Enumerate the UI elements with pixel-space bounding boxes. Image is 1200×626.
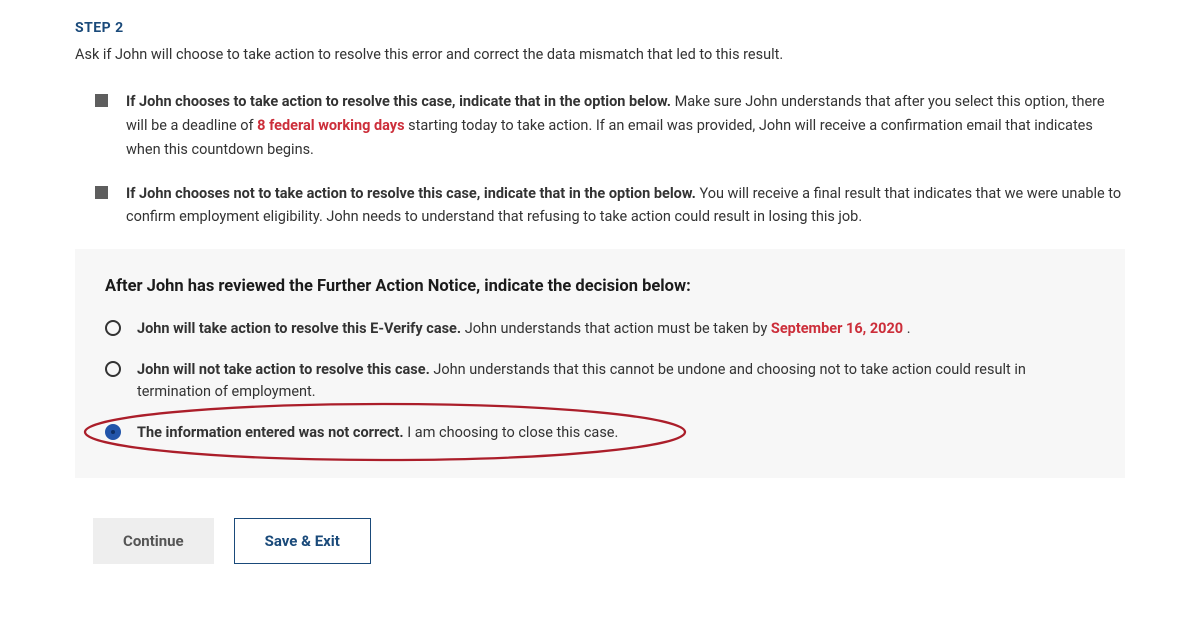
radio-text-after: . (907, 320, 911, 337)
radio-text-rest: I am choosing to close this case. (407, 424, 618, 441)
step-description: Ask if John will choose to take action t… (75, 44, 1125, 66)
bullet-bold-lead: If John chooses not to take action to re… (126, 185, 696, 202)
radio-label: John will not take action to resolve thi… (137, 359, 1095, 404)
bullet-text: If John chooses not to take action to re… (126, 182, 1125, 230)
bullet-item-no-action: If John chooses not to take action to re… (75, 182, 1125, 230)
radio-text-before: John understands that action must be tak… (465, 320, 771, 337)
radio-label: John will take action to resolve this E-… (137, 318, 911, 340)
bullet-text: If John chooses to take action to resolv… (126, 90, 1125, 162)
save-exit-button[interactable]: Save & Exit (234, 518, 371, 564)
radio-option-close-case[interactable]: The information entered was not correct.… (105, 422, 1095, 444)
radio-option-take-action[interactable]: John will take action to resolve this E-… (105, 318, 1095, 340)
bullet-red-phrase: 8 federal working days (257, 117, 404, 134)
continue-button[interactable]: Continue (93, 518, 214, 564)
radio-bold: John will not take action to resolve thi… (137, 361, 430, 378)
step-header: STEP 2 Ask if John will choose to take a… (75, 20, 1125, 66)
button-row: Continue Save & Exit (75, 518, 1125, 564)
radio-bold: John will take action to resolve this E-… (137, 320, 461, 337)
bullet-item-take-action: If John chooses to take action to resolv… (75, 90, 1125, 162)
radio-bold: The information entered was not correct. (137, 424, 404, 441)
decision-panel: After John has reviewed the Further Acti… (75, 249, 1125, 478)
radio-button[interactable] (105, 361, 121, 377)
bullet-bold-lead: If John chooses to take action to resolv… (126, 93, 671, 110)
radio-option-no-action[interactable]: John will not take action to resolve thi… (105, 359, 1095, 404)
radio-button-selected[interactable] (105, 424, 121, 440)
bullet-square-icon (95, 186, 108, 199)
radio-red-phrase: September 16, 2020 (771, 320, 903, 337)
radio-button[interactable] (105, 320, 121, 336)
radio-label: The information entered was not correct.… (137, 422, 618, 444)
decision-title: After John has reviewed the Further Acti… (105, 277, 1095, 296)
bullet-square-icon (95, 94, 108, 107)
step-label: STEP 2 (75, 20, 1125, 36)
